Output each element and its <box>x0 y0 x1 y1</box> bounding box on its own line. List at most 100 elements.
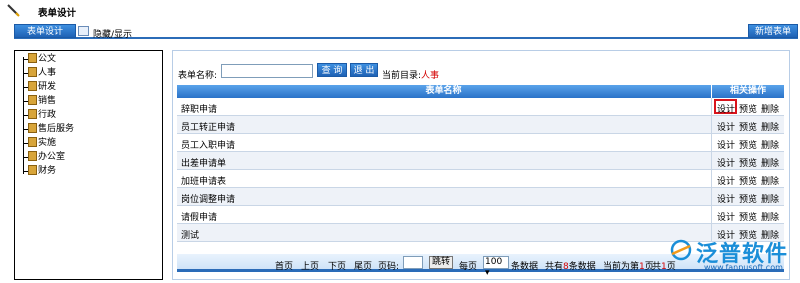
hide-show-link[interactable]: 隐藏/显示 <box>93 27 132 40</box>
per-page-value: 100 <box>485 257 503 267</box>
tree-item-label: 公文 <box>38 54 57 64</box>
tree-item-xingzheng[interactable]: 行政 <box>28 109 56 122</box>
total-records: 共有8条数据 <box>545 262 596 272</box>
folder-book-icon <box>28 137 37 147</box>
window-title: 表单设计 <box>38 8 77 19</box>
tree-item-caiwu[interactable]: 财务 <box>28 165 56 178</box>
design-link[interactable]: 设计 <box>717 102 735 115</box>
tree-item-label: 人事 <box>38 68 57 78</box>
delete-link[interactable]: 删除 <box>761 156 779 169</box>
per-page-label: 每页 <box>459 262 478 272</box>
current-page-info: 当前为第1页 <box>603 262 654 272</box>
table-row: 员工入职申请 设计 预览 删除 <box>177 134 784 152</box>
tree-item-bangongshi[interactable]: 办公室 <box>28 151 65 164</box>
folder-book-icon <box>28 95 37 105</box>
folder-book-icon <box>28 151 37 161</box>
design-link[interactable]: 设计 <box>717 174 735 187</box>
new-form-button[interactable]: 新增表单 <box>748 24 798 38</box>
design-link[interactable]: 设计 <box>717 210 735 223</box>
tree-item-label: 财务 <box>38 166 57 176</box>
chevron-down-icon: ▾ <box>485 268 490 278</box>
current-dir-value: 人事 <box>421 71 440 81</box>
panel-toggle-icon[interactable] <box>78 26 89 36</box>
category-tree: 公文 人事 研发 销售 行政 售后服务 实施 办公室 财务 <box>14 50 163 280</box>
per-page-select[interactable]: 100 ▾ <box>483 256 509 278</box>
table-row: 出差申请单 设计 预览 删除 <box>177 152 784 170</box>
table-header: 表单名称 相关操作 <box>177 85 784 98</box>
tree-item-label: 行政 <box>38 110 57 120</box>
form-name-input[interactable] <box>221 64 313 78</box>
tree-item-label: 研发 <box>38 82 57 92</box>
title-bar: 表单设计 <box>0 0 800 22</box>
form-name-cell: 岗位调整申请 <box>181 195 236 205</box>
folder-book-icon <box>28 81 37 91</box>
delete-link[interactable]: 删除 <box>761 120 779 133</box>
tree-item-label: 实施 <box>38 138 57 148</box>
tree-item-gongwen[interactable]: 公文 <box>28 53 56 66</box>
prev-page-link[interactable]: 上页 <box>301 259 319 272</box>
folder-book-icon <box>28 53 37 63</box>
brand-logo-icon <box>670 239 692 261</box>
column-header-ops: 相关操作 <box>711 85 784 98</box>
tree-item-label: 办公室 <box>38 152 66 162</box>
form-name-cell: 出差申请单 <box>181 159 227 169</box>
preview-link[interactable]: 预览 <box>739 138 757 151</box>
form-name-cell: 加班申请表 <box>181 177 227 187</box>
tree-item-renshi[interactable]: 人事 <box>28 67 56 80</box>
folder-book-icon <box>28 67 37 77</box>
table-row: 辞职申请 设计 预览 删除 <box>177 98 784 116</box>
design-link[interactable]: 设计 <box>717 192 735 205</box>
folder-book-icon <box>28 123 37 133</box>
ops-cell: 设计 预览 删除 <box>711 152 784 170</box>
preview-link[interactable]: 预览 <box>739 174 757 187</box>
table-row: 岗位调整申请 设计 预览 删除 <box>177 188 784 206</box>
preview-link[interactable]: 预览 <box>739 156 757 169</box>
delete-link[interactable]: 删除 <box>761 174 779 187</box>
ops-cell: 设计 预览 删除 <box>711 188 784 206</box>
ops-cell: 设计 预览 删除 <box>711 116 784 134</box>
first-page-link[interactable]: 首页 <box>275 259 293 272</box>
last-page-link[interactable]: 尾页 <box>354 259 372 272</box>
form-design-button[interactable]: 表单设计 <box>14 24 76 38</box>
tree-item-yanfa[interactable]: 研发 <box>28 81 56 94</box>
ops-cell: 设计 预览 删除 <box>711 134 784 152</box>
column-header-name: 表单名称 <box>425 86 462 96</box>
form-name-cell: 请假申请 <box>181 213 218 223</box>
design-link[interactable]: 设计 <box>717 120 735 133</box>
design-link[interactable]: 设计 <box>717 156 735 169</box>
tree-item-shouhou[interactable]: 售后服务 <box>28 123 74 136</box>
delete-link[interactable]: 删除 <box>761 138 779 151</box>
preview-link[interactable]: 预览 <box>739 120 757 133</box>
jump-button[interactable]: 跳转 <box>429 256 453 269</box>
tree-item-shishi[interactable]: 实施 <box>28 137 56 150</box>
form-name-cell: 员工入职申请 <box>181 141 236 151</box>
current-directory: 当前目录:人事 <box>382 68 439 81</box>
preview-link[interactable]: 预览 <box>739 102 757 115</box>
tree-item-label: 售后服务 <box>38 124 75 134</box>
pen-icon <box>7 4 20 17</box>
ops-cell: 设计 预览 删除 <box>711 170 784 188</box>
table-row: 员工转正申请 设计 预览 删除 <box>177 116 784 134</box>
exit-button[interactable]: 退 出 <box>350 63 378 77</box>
records-label: 条数据 <box>511 262 539 272</box>
page-code-label: 页码: <box>378 262 400 272</box>
preview-link[interactable]: 预览 <box>739 210 757 223</box>
tree-item-xiaoshou[interactable]: 销售 <box>28 95 56 108</box>
ops-cell: 设计 预览 删除 <box>711 206 784 224</box>
page-number-input[interactable] <box>403 256 423 269</box>
preview-link[interactable]: 预览 <box>739 192 757 205</box>
delete-link[interactable]: 删除 <box>761 210 779 223</box>
watermark: 泛普软件 www.fanpusoft.com <box>668 236 798 282</box>
next-page-link[interactable]: 下页 <box>328 259 346 272</box>
forms-table: 表单名称 相关操作 辞职申请 设计 预览 删除 员工转正申请 设计 预览 删除 … <box>177 85 784 242</box>
folder-book-icon <box>28 109 37 119</box>
table-row: 请假申请 设计 预览 删除 <box>177 206 784 224</box>
brand-url: www.fanpusoft.com <box>704 263 783 272</box>
delete-link[interactable]: 删除 <box>761 192 779 205</box>
design-link[interactable]: 设计 <box>717 138 735 151</box>
form-name-cell: 测试 <box>181 231 200 241</box>
query-button[interactable]: 查 询 <box>317 63 347 77</box>
delete-link[interactable]: 删除 <box>761 102 779 115</box>
tree-item-label: 销售 <box>38 96 57 106</box>
table-row: 加班申请表 设计 预览 删除 <box>177 170 784 188</box>
